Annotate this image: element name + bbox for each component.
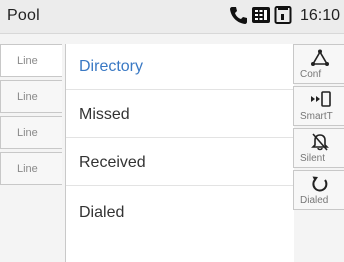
- menu-list: Directory Missed Received Dialed: [65, 44, 294, 262]
- softkey-label: Conf: [300, 69, 322, 80]
- softkey-label: Silent: [300, 153, 326, 164]
- phone-screen: Pool 16:10 Line Line Line Line Directory…: [0, 0, 344, 262]
- redial-icon: [312, 176, 328, 192]
- line-key-2[interactable]: Line: [0, 80, 62, 113]
- page-title: Pool: [7, 7, 40, 24]
- soft-keys: Conf SmartT Silent Dialed: [293, 44, 344, 212]
- smart-transfer-icon: [311, 91, 331, 107]
- menu-item-label: Received: [79, 154, 146, 171]
- line-key-label: Line: [17, 55, 38, 67]
- line-key-1[interactable]: Line: [0, 44, 62, 77]
- conf-button[interactable]: Conf: [293, 44, 344, 84]
- line-key-3[interactable]: Line: [0, 116, 62, 149]
- silent-button[interactable]: Silent: [293, 128, 344, 168]
- line-key-label: Line: [17, 163, 38, 175]
- menu-item-label: Dialed: [79, 204, 125, 221]
- smart-transfer-button[interactable]: SmartT: [293, 86, 344, 126]
- line-key-label: Line: [17, 127, 38, 139]
- menu-item-received[interactable]: Received: [66, 138, 294, 186]
- menu-item-directory[interactable]: Directory: [66, 44, 294, 90]
- conference-icon: [311, 49, 329, 66]
- softkey-label: SmartT: [300, 111, 333, 122]
- phone-icon: [228, 5, 248, 25]
- menu-item-dialed[interactable]: Dialed: [66, 186, 294, 234]
- menu-item-label: Directory: [79, 58, 144, 75]
- redial-button[interactable]: Dialed: [293, 170, 344, 210]
- menu-item-label: Missed: [79, 106, 130, 123]
- tablet-icon: [274, 5, 292, 25]
- menu-item-missed[interactable]: Missed: [66, 90, 294, 138]
- softkey-label: Dialed: [300, 195, 329, 206]
- line-keys: Line Line Line Line: [0, 44, 66, 188]
- line-key-4[interactable]: Line: [0, 152, 62, 185]
- keypad-icon: [251, 5, 271, 25]
- silent-bell-icon: [311, 133, 329, 151]
- clock: 16:10: [300, 7, 341, 24]
- line-key-label: Line: [17, 91, 38, 103]
- status-bar: Pool 16:10: [0, 0, 344, 34]
